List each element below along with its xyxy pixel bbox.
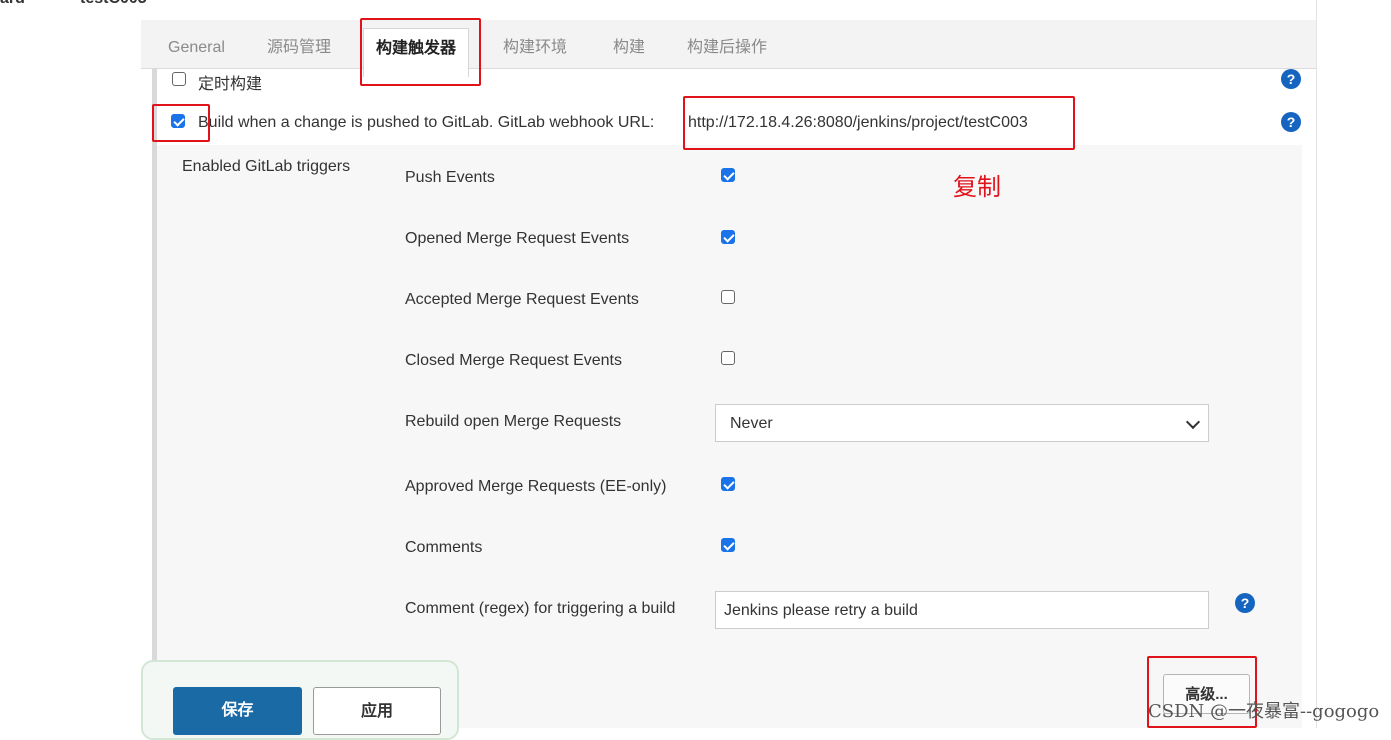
approved-mr-checkbox[interactable] xyxy=(721,477,735,491)
opened-mr-events-checkbox[interactable] xyxy=(721,230,735,244)
comment-regex-label: Comment (regex) for triggering a build xyxy=(405,600,676,617)
opened-mr-events-label: Opened Merge Request Events xyxy=(405,230,630,247)
gitlab-webhook-url: http://172.18.4.26:8080/jenkins/project/… xyxy=(688,114,1028,131)
tab-build-triggers[interactable]: 构建触发器 xyxy=(363,28,470,77)
timed-build-help-icon[interactable]: ? xyxy=(1281,69,1301,89)
timed-build-checkbox[interactable] xyxy=(172,72,186,86)
config-tabs: General 源码管理 构建触发器 构建环境 构建 构建后操作 xyxy=(141,20,1316,77)
closed-mr-events-label: Closed Merge Request Events xyxy=(405,352,622,369)
tab-build[interactable]: 构建 xyxy=(613,20,645,68)
copy-annotation: 复制 xyxy=(953,174,1001,201)
breadcrumb-item-dashboard[interactable]: ard xyxy=(0,0,25,8)
tab-source-control[interactable]: 源码管理 xyxy=(267,20,331,68)
tab-post-build[interactable]: 构建后操作 xyxy=(687,20,767,68)
approved-mr-label: Approved Merge Requests (EE-only) xyxy=(405,478,667,495)
gitlab-triggers-header: Enabled GitLab triggers xyxy=(182,158,351,175)
gitlab-push-label: Build when a change is pushed to GitLab.… xyxy=(198,114,655,131)
rebuild-open-mr-select[interactable]: Never xyxy=(715,404,1209,442)
gitlab-push-checkbox[interactable] xyxy=(171,114,185,128)
chevron-down-icon xyxy=(1185,414,1201,430)
tab-general[interactable]: General xyxy=(168,20,225,68)
rebuild-open-mr-label: Rebuild open Merge Requests xyxy=(405,413,622,430)
accepted-mr-events-label: Accepted Merge Request Events xyxy=(405,291,639,308)
push-events-checkbox[interactable] xyxy=(721,168,735,182)
rebuild-open-mr-value: Never xyxy=(730,415,773,432)
push-events-label: Push Events xyxy=(405,169,495,186)
comments-label: Comments xyxy=(405,539,483,556)
closed-mr-events-checkbox[interactable] xyxy=(721,351,735,365)
gitlab-push-help-icon[interactable]: ? xyxy=(1281,112,1301,132)
timed-build-label: 定时构建 xyxy=(198,76,263,93)
breadcrumb-item-project[interactable]: testC003 xyxy=(80,0,147,8)
comment-regex-value: Jenkins please retry a build xyxy=(724,602,918,619)
watermark: CSDN @一夜暴富--gogogo xyxy=(1148,701,1380,722)
accepted-mr-events-checkbox[interactable] xyxy=(721,290,735,304)
tab-build-environment[interactable]: 构建环境 xyxy=(503,20,567,68)
comment-regex-input[interactable]: Jenkins please retry a build xyxy=(715,591,1209,629)
comments-checkbox[interactable] xyxy=(721,538,735,552)
comment-regex-help-icon[interactable]: ? xyxy=(1235,593,1255,613)
